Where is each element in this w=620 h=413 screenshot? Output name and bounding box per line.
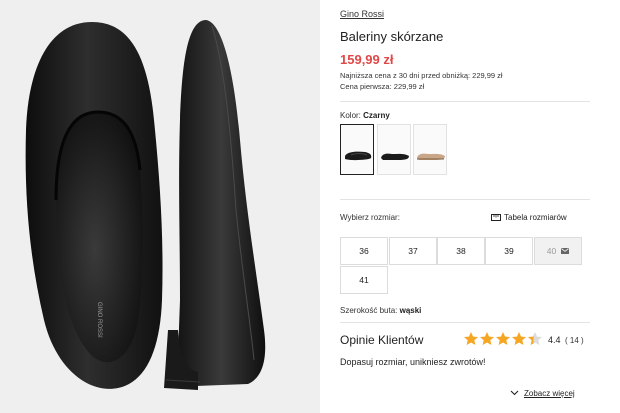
shoe-width-value: wąski xyxy=(399,306,422,315)
right-shoe-upper xyxy=(178,20,266,386)
color-label: Kolor: Czarny xyxy=(340,111,390,120)
shoe-thumbnail-icon xyxy=(345,151,372,161)
brand-link[interactable]: Gino Rossi xyxy=(340,9,384,19)
color-value: Czarny xyxy=(363,111,390,120)
color-swatch-beige[interactable] xyxy=(413,124,447,175)
shoe-thumbnail-icon xyxy=(417,153,445,160)
see-more-label: Zobacz więcej xyxy=(524,389,575,398)
size-value: 37 xyxy=(408,246,418,256)
size-value: 41 xyxy=(359,275,369,285)
original-price-note: Cena pierwsza: 229,99 zł xyxy=(340,82,425,91)
review-count: ( 14 ) xyxy=(565,336,584,345)
size-option-41[interactable]: 41 xyxy=(340,266,388,294)
product-price: 159,99 zł xyxy=(340,52,394,67)
size-option-40[interactable]: 40 xyxy=(534,237,582,265)
size-option-39[interactable]: 39 xyxy=(485,237,533,265)
see-more-link[interactable]: Zobacz więcej xyxy=(510,389,575,398)
lowest-price-note: Najniższa cena z 30 dni przed obniżką: 2… xyxy=(340,71,503,80)
star-icon xyxy=(464,332,478,345)
color-swatch-black-side[interactable] xyxy=(377,124,411,175)
chevron-down-icon xyxy=(510,390,519,396)
size-option-38[interactable]: 38 xyxy=(437,237,485,265)
divider xyxy=(340,322,590,323)
shoe-width: Szerokość buta: wąski xyxy=(340,306,421,315)
product-info: Gino Rossi Baleriny skórzane 159,99 zł N… xyxy=(340,0,590,413)
size-value: 40 xyxy=(546,246,557,256)
brand-imprint: GINO ROSSI xyxy=(96,302,102,338)
size-label: Wybierz rozmiar: xyxy=(340,213,400,222)
size-value: 36 xyxy=(359,246,369,256)
star-icon xyxy=(480,332,494,345)
divider xyxy=(340,199,590,200)
rating-value: 4.4 xyxy=(548,335,561,345)
size-guide-label: Tabela rozmiarów xyxy=(504,213,567,222)
half-star-icon xyxy=(528,332,542,345)
color-swatch-black-front[interactable] xyxy=(340,124,374,175)
product-image[interactable]: GINO ROSSI xyxy=(0,0,320,413)
star-icon xyxy=(496,332,510,345)
color-label-text: Kolor: xyxy=(340,111,361,120)
size-guide-link[interactable]: Tabela rozmiarów xyxy=(491,213,567,222)
ruler-icon xyxy=(491,214,501,221)
shoe-thumbnail-icon xyxy=(381,153,409,160)
product-title: Baleriny skórzane xyxy=(340,29,444,44)
shoe-photo: GINO ROSSI xyxy=(25,20,266,390)
size-option-36[interactable]: 36 xyxy=(340,237,388,265)
size-value: 38 xyxy=(456,246,466,256)
review-text: Dopasuj rozmiar, unikniesz zwrotów! xyxy=(340,357,486,367)
reviews-title: Opinie Klientów xyxy=(340,333,424,347)
divider xyxy=(340,101,590,102)
rating-stars[interactable] xyxy=(463,331,545,347)
size-option-37[interactable]: 37 xyxy=(389,237,437,265)
shoe-width-label: Szerokość buta: xyxy=(340,306,398,315)
notify-envelope-icon xyxy=(561,248,570,254)
size-value: 39 xyxy=(504,246,514,256)
star-icon xyxy=(512,332,526,345)
